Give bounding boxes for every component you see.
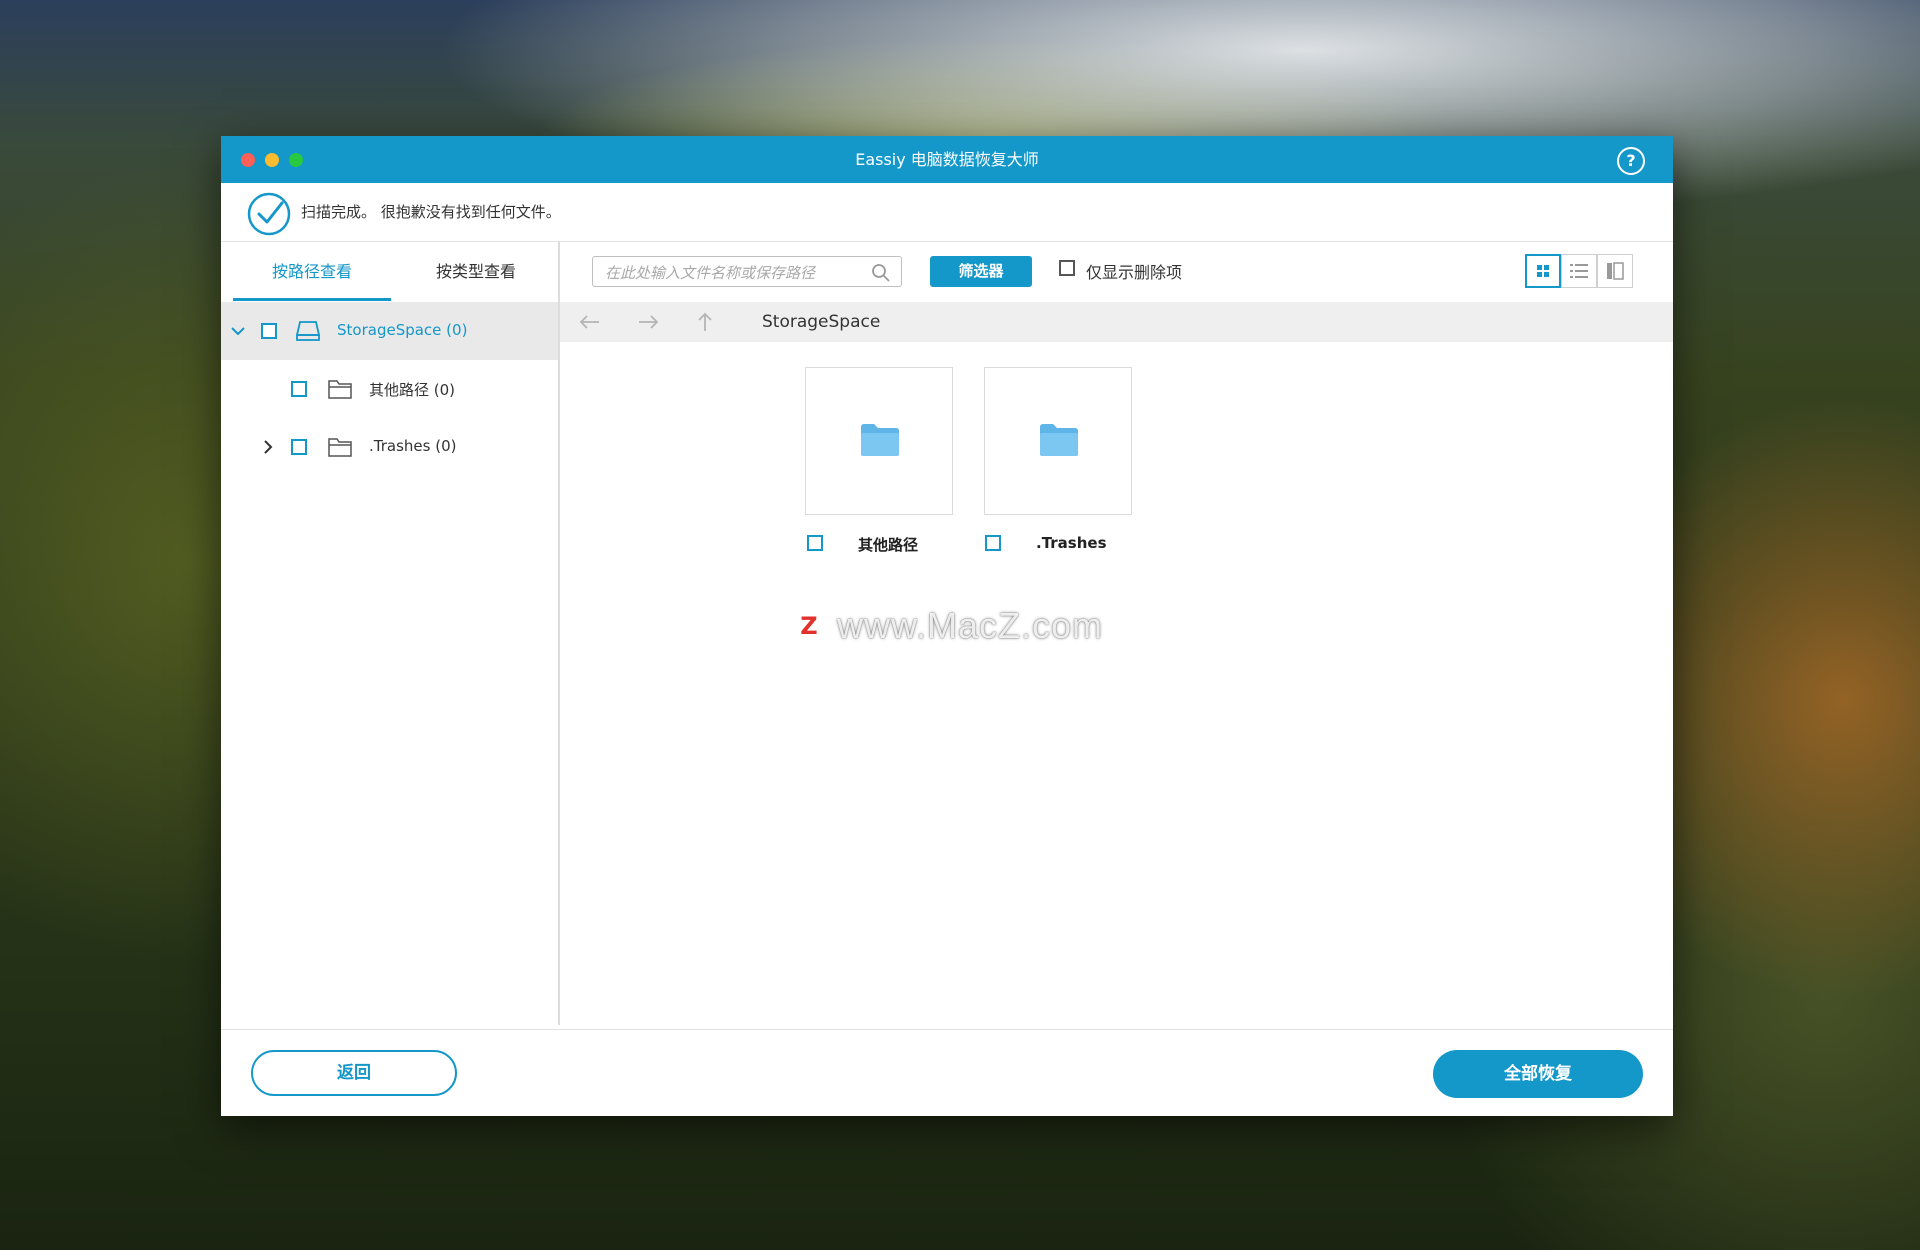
file-checkbox[interactable] [807,535,823,551]
back-arrow-icon[interactable] [578,313,602,331]
title-bar: Eassiy 电脑数据恢复大师 ? [221,136,1673,183]
recover-all-button[interactable]: 全部恢复 [1433,1050,1643,1098]
drive-icon [295,321,321,341]
column-view-icon [1607,262,1624,280]
search-input[interactable] [603,261,857,285]
watermark: Z www.MacZ.com [791,605,1103,647]
folder-icon [328,438,352,457]
path-navigation-bar: StorageSpace [560,302,1673,342]
only-deleted-checkbox[interactable] [1059,260,1075,276]
search-box[interactable] [592,256,902,287]
tree-item-label: .Trashes (0) [369,437,457,455]
search-icon[interactable] [871,263,891,283]
up-arrow-icon[interactable] [696,311,714,333]
column-view-button[interactable] [1597,254,1633,288]
list-view-icon [1570,264,1588,278]
tree-checkbox[interactable] [291,381,307,397]
watermark-text: www.MacZ.com [837,605,1104,646]
scan-status-message: 扫描完成。 很抱歉没有找到任何文件。 [301,203,561,221]
current-path: StorageSpace [762,312,881,332]
watermark-badge: Z [791,608,827,644]
scan-status-bar: 扫描完成。 很抱歉没有找到任何文件。 [221,183,1673,242]
folder-icon [1040,424,1078,456]
tab-by-path[interactable]: 按路径查看 [233,242,391,301]
tab-by-type[interactable]: 按类型查看 [397,242,555,298]
chevron-down-icon[interactable] [229,322,247,340]
check-circle-icon [247,192,291,236]
grid-view-icon [1537,265,1549,277]
window-title: Eassiy 电脑数据恢复大师 [855,150,1039,169]
back-button[interactable]: 返回 [251,1050,457,1096]
grid-view-button[interactable] [1525,254,1561,288]
file-name: 其他路径 [858,536,919,554]
list-view-button[interactable] [1561,254,1597,288]
tree-item-label: 其他路径 (0) [369,381,456,399]
chevron-right-icon[interactable] [259,438,277,456]
sidebar: 按路径查看 按类型查看 StorageSpace (0) 其他路径 (0) .T… [221,242,560,1025]
view-tabs: 按路径查看 按类型查看 [233,242,559,301]
file-checkbox[interactable] [985,535,1001,551]
file-tile-other-paths[interactable] [805,367,953,515]
file-tile-trashes[interactable] [984,367,1132,515]
filter-button[interactable]: 筛选器 [930,256,1032,287]
tree-checkbox[interactable] [261,323,277,339]
folder-icon [861,424,899,456]
file-browser: 筛选器 仅显示删除项 [560,242,1673,1025]
tree-item-other-paths[interactable]: 其他路径 (0) [221,360,558,418]
tree-item-trashes[interactable]: .Trashes (0) [221,418,558,476]
forward-arrow-icon[interactable] [636,313,660,331]
tree-item-label: StorageSpace (0) [337,321,468,339]
only-deleted-label: 仅显示删除项 [1086,263,1183,282]
folder-icon [328,380,352,399]
tree-checkbox[interactable] [291,439,307,455]
view-mode-switcher [1525,254,1633,288]
file-name: .Trashes [1036,534,1107,552]
tree-item-storagespace[interactable]: StorageSpace (0) [221,302,558,360]
footer-bar: 返回 全部恢复 [221,1029,1673,1117]
help-icon[interactable]: ? [1617,147,1645,175]
